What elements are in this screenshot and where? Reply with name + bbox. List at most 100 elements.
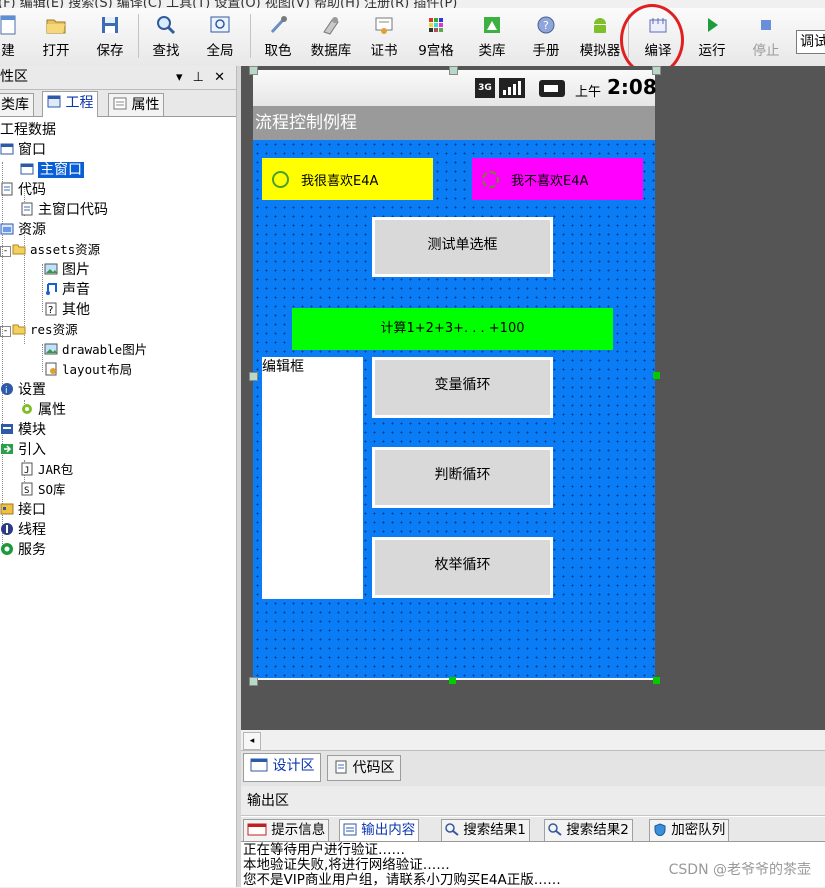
tree-other[interactable]: ? 其他: [44, 300, 90, 320]
collapse-icon[interactable]: -: [0, 326, 11, 337]
search-icon: [445, 823, 459, 836]
tab-search-results-2[interactable]: 搜索结果2: [544, 819, 633, 841]
new-file-icon: [0, 15, 16, 35]
toolbar: 建 打开 保存 查找 全局 取色 数据库 证书 9宫格 类库 ? 手册 模拟器 …: [0, 8, 825, 67]
network-3g-icon: 3G: [475, 78, 495, 98]
certificate-icon: [375, 17, 393, 34]
cond-loop-button[interactable]: 判断循环: [372, 447, 553, 508]
database-button[interactable]: 数据库: [306, 8, 356, 64]
folder-icon: [12, 244, 26, 255]
debug-mode-select[interactable]: 调试: [796, 30, 825, 54]
tree-sound[interactable]: 声音: [44, 280, 90, 300]
form-canvas[interactable]: 我很喜欢E4A 我不喜欢E4A 测试单选框 计算1+2+3+. . . +100…: [253, 140, 655, 678]
tree-main-window[interactable]: 主窗口: [20, 160, 84, 180]
tree-threads[interactable]: 线程: [0, 520, 46, 540]
global-button[interactable]: 全局: [202, 8, 238, 64]
tab-encrypt-queue[interactable]: 加密队列: [649, 819, 730, 841]
resize-handle[interactable]: [449, 66, 458, 75]
info-icon: i: [1, 383, 13, 396]
open-button[interactable]: 打开: [38, 8, 74, 64]
project-panel: 性区 ▾ ⊥ ✕ 类库 工程 属性 工程数据 窗口 主窗口 代码 主窗口代码 资…: [0, 66, 240, 887]
resize-handle[interactable]: [652, 66, 661, 75]
scroll-left-arrow-icon[interactable]: ◂: [243, 732, 261, 750]
editor-view-tabs: 设计区 代码区: [241, 750, 825, 787]
tab-output-content[interactable]: 输出内容: [339, 819, 420, 841]
output-icon: [343, 823, 357, 836]
resize-handle[interactable]: [653, 372, 660, 379]
test-radio-button[interactable]: 测试单选框: [372, 217, 553, 277]
form-icon: [20, 163, 34, 175]
so-file-icon: S: [21, 482, 33, 496]
edit-box[interactable]: 编辑框: [262, 357, 363, 599]
tree-modules[interactable]: 模块: [0, 420, 46, 440]
menu-bar[interactable]: (F) 编辑(E) 搜索(S) 编译(C) 工具(T) 设置(O) 视图(V) …: [0, 0, 825, 8]
tree-interfaces[interactable]: 接口: [0, 500, 46, 520]
project-panel-title: 性区: [0, 69, 28, 85]
certificate-button[interactable]: 证书: [366, 8, 402, 64]
grid9-button[interactable]: 9宫格: [416, 8, 456, 64]
resize-handle[interactable]: [653, 677, 660, 684]
tree-project-data[interactable]: 工程数据: [0, 120, 56, 140]
folder-open-icon: [46, 19, 66, 34]
tree-settings[interactable]: i 设置: [0, 380, 46, 400]
library-button[interactable]: 类库: [474, 8, 510, 64]
new-button[interactable]: 建: [0, 8, 22, 64]
stop-button[interactable]: 停止: [746, 8, 786, 64]
resize-handle[interactable]: [249, 677, 258, 686]
toolbar-separator: [250, 14, 251, 58]
tree-res[interactable]: - res资源: [0, 320, 78, 340]
menu-bar-text[interactable]: (F) 编辑(E) 搜索(S) 编译(C) 工具(T) 设置(O) 视图(V) …: [0, 0, 457, 8]
hints-icon: [247, 823, 267, 836]
tree-code[interactable]: 代码: [0, 180, 46, 200]
emulator-button[interactable]: 模拟器: [577, 8, 623, 64]
tree-properties[interactable]: 属性: [20, 400, 66, 420]
tree-layout[interactable]: layout布局: [44, 360, 132, 380]
tab-properties[interactable]: 属性: [108, 93, 165, 116]
run-button[interactable]: 运行: [692, 8, 732, 64]
tree-resources[interactable]: 资源: [0, 220, 46, 240]
interface-icon: [0, 503, 14, 515]
svg-text:J: J: [24, 466, 29, 476]
enum-loop-button[interactable]: 枚举循环: [372, 537, 553, 598]
tree-jar[interactable]: J JAR包: [20, 460, 73, 480]
play-icon: [708, 18, 718, 32]
resize-handle[interactable]: [249, 66, 258, 75]
tree-window[interactable]: 窗口: [0, 140, 46, 160]
var-loop-button[interactable]: 变量循环: [372, 357, 553, 418]
tree-imports[interactable]: 引入: [0, 440, 46, 460]
find-button[interactable]: 查找: [148, 8, 184, 64]
tab-class-library[interactable]: 类库: [0, 93, 34, 116]
pick-color-button[interactable]: 取色: [260, 8, 296, 64]
radio-dislike-e4a[interactable]: 我不喜欢E4A: [472, 158, 643, 200]
tree-main-window-code[interactable]: 主窗口代码: [20, 200, 108, 220]
tab-search-results-1[interactable]: 搜索结果1: [441, 819, 530, 841]
signal-strength-icon: [499, 78, 525, 98]
tree-drawable[interactable]: drawable图片: [44, 340, 147, 360]
tab-design-area[interactable]: 设计区: [243, 753, 322, 782]
manual-button[interactable]: ? 手册: [528, 8, 564, 64]
sum-calc-button[interactable]: 计算1+2+3+. . . +100: [292, 308, 613, 350]
tab-hints[interactable]: 提示信息: [243, 819, 330, 841]
tab-project[interactable]: 工程: [42, 91, 99, 117]
tree-images[interactable]: 图片: [44, 260, 90, 280]
output-tabs: 提示信息 输出内容 搜索结果1 搜索结果2 加密队列: [241, 817, 825, 842]
database-tools-icon: [323, 17, 339, 35]
resize-handle[interactable]: [449, 677, 456, 684]
tree-assets[interactable]: - assets资源: [0, 240, 100, 260]
tree-so[interactable]: S SO库: [20, 480, 66, 500]
tree-line: [42, 264, 43, 312]
phone-form[interactable]: 3G 上午 2:08 流程控制例程 我很喜欢E4A 我不喜欢E4A 测试单选框 …: [253, 70, 657, 680]
panel-pin-close-icons[interactable]: ▾ ⊥ ✕: [176, 66, 228, 89]
design-horizontal-scrollbar[interactable]: ◂: [241, 730, 825, 750]
resize-handle[interactable]: [249, 372, 258, 381]
save-disk-icon: [102, 17, 118, 33]
collapse-icon[interactable]: -: [0, 246, 11, 257]
save-button[interactable]: 保存: [92, 8, 128, 64]
tree-services[interactable]: 服务: [0, 540, 46, 560]
radio-like-e4a[interactable]: 我很喜欢E4A: [262, 158, 433, 200]
design-area: 3G 上午 2:08 流程控制例程 我很喜欢E4A 我不喜欢E4A 测试单选框 …: [241, 66, 825, 730]
music-note-icon: [46, 283, 57, 295]
form-title: 流程控制例程: [255, 113, 357, 133]
tab-code-area[interactable]: 代码区: [327, 755, 402, 781]
resources-icon: [0, 223, 14, 235]
